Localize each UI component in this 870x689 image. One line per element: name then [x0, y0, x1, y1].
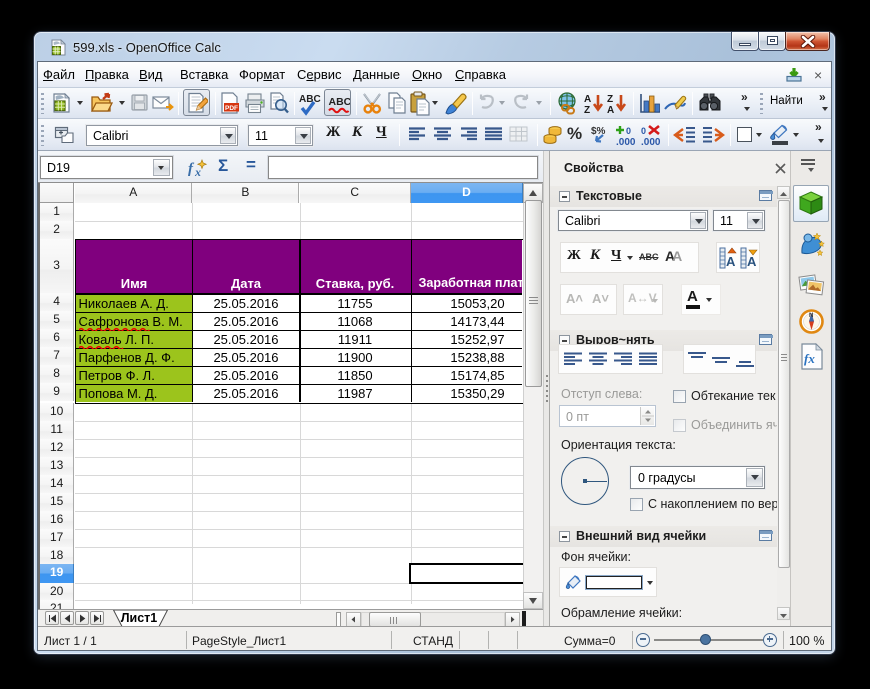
svg-text:A: A	[584, 94, 591, 105]
svg-text:N: N	[809, 313, 813, 319]
svg-text:ABC: ABC	[299, 94, 321, 105]
svg-text:Z: Z	[607, 94, 613, 105]
svg-text:f: f	[188, 161, 195, 177]
svg-text:.000: .000	[616, 137, 636, 147]
svg-text:0: 0	[626, 126, 631, 136]
svg-text:$%: $%	[591, 126, 606, 137]
svg-text:A: A	[747, 254, 757, 269]
svg-text:A: A	[726, 254, 736, 269]
svg-text:.000: .000	[641, 137, 661, 147]
svg-text:x: x	[194, 165, 201, 178]
svg-text:ABC: ABC	[329, 96, 351, 108]
svg-text:A: A	[607, 105, 614, 116]
svg-text:PDF: PDF	[225, 105, 238, 112]
svg-text:Z: Z	[584, 105, 590, 116]
svg-text:fx: fx	[804, 351, 815, 366]
svg-text:0: 0	[641, 126, 646, 136]
